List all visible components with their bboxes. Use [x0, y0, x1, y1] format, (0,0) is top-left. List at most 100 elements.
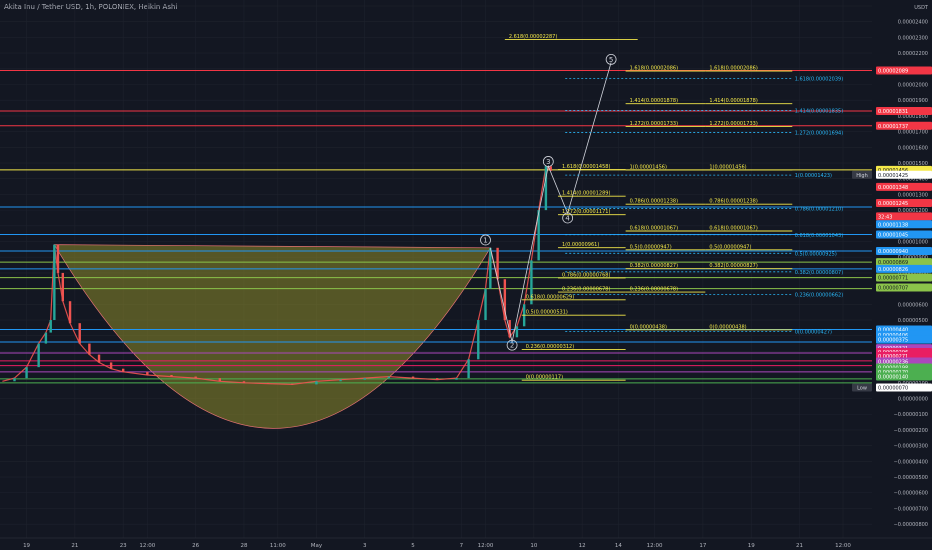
- wave-label: 2: [510, 342, 514, 350]
- fib-yellow-label: 1.272(0.00001733): [709, 121, 757, 127]
- wave-label: 4: [565, 214, 570, 222]
- candle: [146, 371, 149, 375]
- y-tick-label: 0.00001300: [898, 192, 928, 198]
- candle: [53, 244, 56, 321]
- candle: [170, 374, 173, 377]
- candle: [37, 343, 40, 368]
- candle: [477, 320, 480, 360]
- fib-blue-label: 0.618(0.00001043): [795, 233, 843, 239]
- y-tick-label: 0.00002300: [898, 35, 928, 41]
- y-tick-label: −0.00000200: [894, 428, 928, 434]
- candle: [78, 323, 81, 344]
- fib-yellow-label: 1.618(0.00001458): [562, 164, 610, 170]
- x-tick-label: 3: [363, 543, 367, 549]
- candle: [56, 244, 60, 273]
- y-tick-label: −0.00000500: [894, 475, 928, 481]
- candle: [88, 343, 91, 355]
- fib-yellow-label: 0.382(0.00000827): [630, 263, 678, 269]
- candle: [339, 379, 342, 382]
- axis-price-tag-text: 0.00000940: [878, 249, 908, 255]
- x-tick-label: 12: [579, 543, 586, 549]
- candle: [218, 378, 222, 382]
- y-tick-label: 0.00001900: [898, 98, 928, 104]
- candle: [61, 272, 65, 302]
- x-tick-label: 28: [240, 543, 247, 549]
- fib-yellow-label: 1(0.00001456): [630, 164, 667, 170]
- price-chart[interactable]: 1.618(0.00002039) 1.414(0.00001835) 1.272(…: [0, 0, 932, 550]
- y-tick-label: 0.00000500: [898, 318, 928, 324]
- candle: [484, 288, 487, 321]
- y-tick-label: 0.00001700: [898, 130, 928, 136]
- y-tick-label: −0.00000400: [894, 459, 928, 465]
- axis-price-tag-text: 0.00000771: [878, 275, 908, 281]
- y-tick-label: 0.00000000: [898, 397, 928, 403]
- fib-yellow-label: 1.272(0.00001733): [630, 121, 678, 127]
- fib-yellow-label: 0.236(0.00000312): [526, 344, 574, 350]
- fib-blue-label: 1(0.00001423): [795, 173, 832, 179]
- axis-price-tag-text: 0.00001045: [878, 232, 908, 238]
- candle: [68, 301, 72, 324]
- fib-yellow-label: 0(0.00000438): [709, 324, 746, 330]
- y-tick-label: −0.00000800: [894, 522, 928, 528]
- cup-pattern: [53, 244, 491, 429]
- fib-yellow-label: 0(0.00000117): [526, 375, 563, 381]
- fib-yellow-label: 0.786(0.00000768): [562, 272, 610, 278]
- axis-price-tag-text: 0.00001245: [878, 201, 908, 207]
- fib-yellow-label: 0.786(0.00001238): [709, 199, 757, 205]
- wave-label: 5: [609, 56, 613, 64]
- axis-price-tag-text: 0.00002089: [878, 69, 908, 75]
- y-tick-label: 0.00001000: [898, 240, 928, 246]
- candle: [44, 332, 48, 344]
- fib-yellow-label: 1.618(0.00002086): [709, 66, 757, 72]
- y-tick-label: −0.00000700: [894, 506, 928, 512]
- fib-blue-label: 0.5(0.00000925): [795, 251, 837, 257]
- x-tick-label: 17: [699, 543, 706, 549]
- candle: [315, 381, 318, 385]
- fib-blue-label: 1.272(0.00001694): [795, 131, 843, 137]
- y-tick-label: 0.00002000: [898, 83, 928, 89]
- fib-yellow-label: 1.414(0.00001878): [630, 98, 678, 104]
- candle: [489, 247, 492, 289]
- y-tick-label: 0.00001600: [898, 145, 928, 151]
- axis-currency-label: USDT: [914, 5, 929, 11]
- axis-price-tag-text: 0.00001425: [878, 173, 908, 179]
- x-tick-label: 14: [615, 543, 622, 549]
- fib-yellow-label: 1(0.00001456): [709, 164, 746, 170]
- candle: [363, 378, 366, 380]
- x-tick-label: 12:00: [647, 543, 663, 549]
- fib-yellow-label: 0.786(0.00001238): [630, 199, 678, 205]
- fib-yellow-label: 1.414(0.00001289): [562, 191, 610, 197]
- candle: [436, 378, 439, 380]
- axis-price-tag-text: 32:43: [878, 214, 892, 220]
- y-tick-label: 0.00002400: [898, 20, 928, 26]
- x-tick-label: 5: [411, 543, 415, 549]
- candle: [97, 354, 101, 363]
- candle: [266, 382, 270, 384]
- fib-blue-label: 1.618(0.00002039): [795, 76, 843, 82]
- x-tick-label: 21: [796, 543, 803, 549]
- candle: [387, 376, 391, 379]
- axis-price-tag-text: 0.00000707: [878, 286, 908, 292]
- fib-yellow-label: 1(0.00000961): [562, 242, 599, 248]
- candle: [13, 378, 16, 382]
- fib-yellow-label: 0.382(0.00000827): [709, 263, 757, 269]
- x-tick-label: 12:00: [478, 543, 494, 549]
- candle: [515, 326, 519, 338]
- axis-price-tag-text: 0.00001831: [878, 109, 908, 115]
- candle: [121, 368, 125, 372]
- candle: [467, 359, 470, 379]
- fib-blue-label: 0(0.00000427): [795, 329, 832, 335]
- x-tick-label: 12:00: [835, 543, 851, 549]
- axis-price-tag-text: 0.00001348: [878, 185, 908, 191]
- wave-label: 1: [483, 236, 487, 244]
- candle: [291, 383, 294, 385]
- fib-yellow-label: 0.5(0.00000947): [630, 244, 672, 250]
- axis-side-tag-text: High: [856, 173, 868, 179]
- fib-yellow-label: 1.414(0.00001878): [709, 98, 757, 104]
- fib-yellow-label: 1.618(0.00002086): [630, 66, 678, 72]
- fib-yellow-label: 0.236(0.00000678): [630, 287, 678, 293]
- x-tick-label: 21: [71, 543, 78, 549]
- fib-blue-label: 0.236(0.00000662): [795, 293, 843, 299]
- x-tick-label: 26: [192, 543, 199, 549]
- candle: [49, 320, 52, 333]
